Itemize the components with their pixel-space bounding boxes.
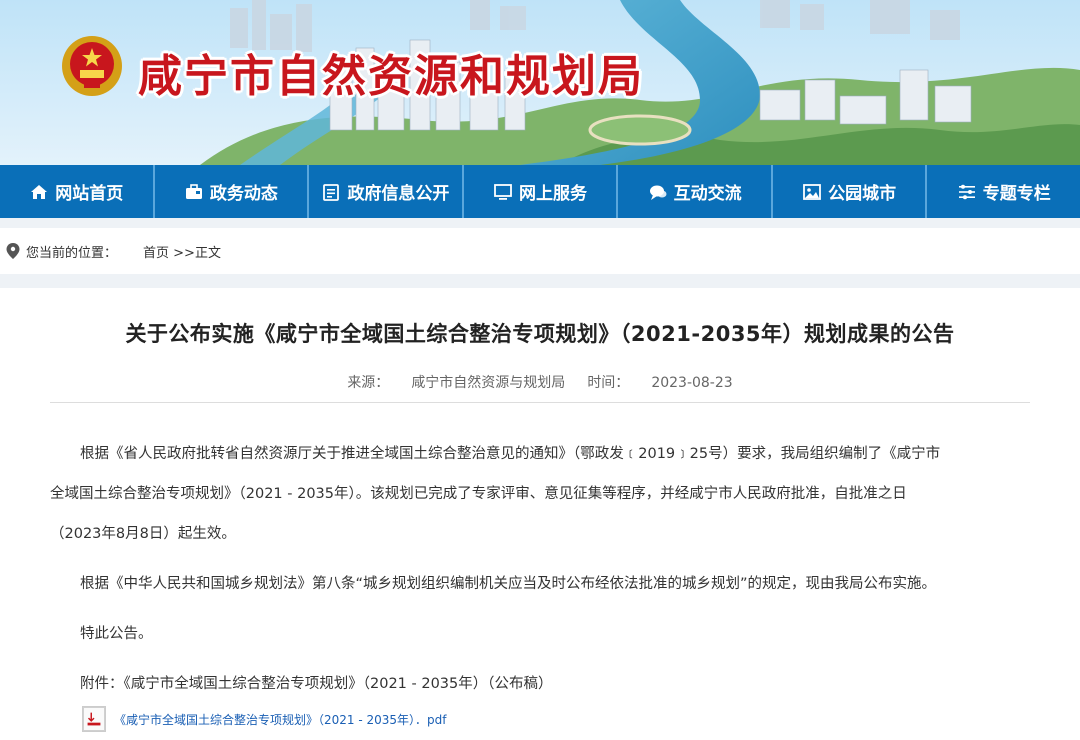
pdf-file-icon — [82, 706, 106, 732]
nav-item-label: 互动交流 — [673, 184, 742, 204]
article-source: 来源： 咸宁市自然资源与规划局 — [347, 375, 566, 391]
paragraph-1: 根据《省人民政府批转省自然资源厅关于推进全域国土综合整治意见的通知》（鄂政发﹝2… — [50, 446, 941, 542]
home-icon — [31, 184, 48, 199]
site-title: 咸宁市自然资源和规划局 — [138, 51, 644, 102]
nav-item-label: 网上服务 — [519, 184, 588, 204]
national-emblem-logo — [62, 36, 122, 96]
attachment-link[interactable]: 《咸宁市全域国土综合整治专项规划》（2021 - 2035年）．pdf — [82, 706, 447, 732]
main-nav: 网站首页 政务动态 政府信息公开 网上服务 互动交流 公园城市 专题专栏 — [0, 165, 1080, 218]
breadcrumb-home-link[interactable]: 首页 — [143, 246, 169, 261]
attachment-filename: 《咸宁市全域国土综合整治专项规划》（2021 - 2035年）．pdf — [114, 712, 447, 727]
paragraph-3: 特此公告。 — [80, 626, 153, 642]
chat-icon — [649, 185, 667, 200]
nav-item-home[interactable]: 网站首页 — [0, 165, 155, 218]
site-banner: 咸宁市自然资源和规划局 — [0, 0, 1080, 165]
monitor-icon — [494, 183, 512, 200]
breadcrumb-path: 首页 >>正文 — [143, 242, 221, 261]
paragraph-attachment-note: 附件：《咸宁市全域国土综合整治专项规划》（2021 - 2035年）（公布稿） — [80, 676, 553, 692]
article-time: 时间： 2023-08-23 — [587, 375, 733, 391]
article-panel: 关于公布实施《咸宁市全域国土综合整治专项规划》（2021-2035年）规划成果的… — [0, 288, 1080, 740]
nav-item-label: 政务动态 — [209, 184, 278, 204]
nav-item-special-topics[interactable]: 专题专栏 — [927, 165, 1080, 218]
sliders-icon — [958, 184, 975, 199]
briefcase-icon — [185, 183, 202, 199]
nav-item-interaction[interactable]: 互动交流 — [618, 165, 773, 218]
article-meta: 来源： 咸宁市自然资源与规划局 时间： 2023-08-23 — [0, 372, 1080, 392]
article-body: 根据《省人民政府批转省自然资源厅关于推进全域国土综合整治意见的通知》（鄂政发﹝2… — [50, 434, 1025, 704]
location-pin-icon — [6, 243, 20, 259]
breadcrumb-separator: >> — [169, 245, 195, 261]
nav-item-gov-info[interactable]: 政府信息公开 — [309, 165, 464, 218]
breadcrumb-label: 您当前的位置： — [26, 245, 118, 261]
nav-item-news[interactable]: 政务动态 — [155, 165, 310, 218]
nav-item-label: 网站首页 — [55, 184, 124, 204]
article-title: 关于公布实施《咸宁市全域国土综合整治专项规划》（2021-2035年）规划成果的… — [125, 322, 955, 346]
nav-item-label: 专题专栏 — [982, 184, 1051, 204]
breadcrumb-current: 正文 — [194, 245, 221, 261]
nav-item-online-service[interactable]: 网上服务 — [464, 165, 619, 218]
nav-item-park-city[interactable]: 公园城市 — [773, 165, 928, 218]
breadcrumb: 您当前的位置： 首页 >>正文 — [0, 228, 1080, 274]
picture-icon — [803, 183, 822, 200]
paragraph-2: 根据《中华人民共和国城乡规划法》第八条“城乡规划组织编制机关应当及时公布经依法批… — [80, 576, 937, 592]
nav-item-label: 公园城市 — [828, 184, 897, 204]
title-divider — [50, 402, 1030, 403]
nav-item-label: 政府信息公开 — [347, 184, 450, 204]
document-icon — [323, 183, 340, 201]
